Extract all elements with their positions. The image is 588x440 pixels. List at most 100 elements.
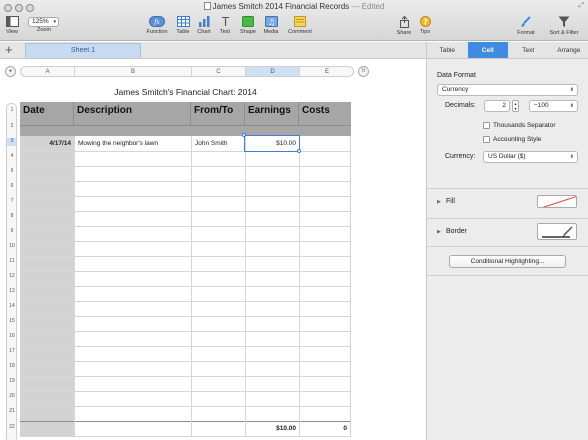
accounting-style-checkbox[interactable]	[483, 136, 490, 143]
tab-arrange[interactable]: Arrange	[549, 42, 588, 58]
column-header-a[interactable]: A	[21, 67, 75, 76]
cell-date[interactable]: 4/17/14	[20, 140, 71, 147]
media-label: Media	[263, 29, 279, 35]
tab-text[interactable]: Text	[508, 42, 549, 58]
row-header[interactable]: 6	[7, 183, 16, 189]
row-header[interactable]: 4	[7, 153, 16, 159]
view-button[interactable]: View	[3, 16, 21, 35]
column-header-c[interactable]: C	[192, 67, 246, 76]
row-header[interactable]: 14	[7, 303, 16, 309]
column-header-b[interactable]: B	[75, 67, 192, 76]
inspector-tabs: Table Cell Text Arrange	[427, 42, 588, 59]
disclosure-triangle-icon[interactable]: ▶	[437, 199, 441, 205]
media-button[interactable]: ♫ Media	[262, 16, 280, 35]
fullscreen-icon[interactable]: ⤢	[578, 2, 584, 10]
paintbrush-icon	[521, 16, 531, 27]
decimals-stepper[interactable]: ▴ ▾	[512, 100, 519, 112]
border-label[interactable]: Border	[446, 228, 467, 235]
data-format-select[interactable]: Currency ⬍	[437, 84, 578, 96]
total-earnings[interactable]: $10.00	[245, 425, 296, 432]
row-header[interactable]: 1	[7, 107, 16, 113]
row-header[interactable]: 19	[7, 378, 16, 384]
thousands-separator-checkbox[interactable]	[483, 122, 490, 129]
comment-button[interactable]: Comment	[286, 16, 314, 35]
zoom-select[interactable]: 125% ▾	[28, 17, 59, 27]
gridline	[299, 136, 300, 436]
gridline	[20, 226, 351, 227]
svg-text:♫: ♫	[267, 18, 274, 27]
tab-table[interactable]: Table	[427, 42, 468, 58]
gridline	[20, 391, 351, 392]
format-button[interactable]: Format	[515, 16, 537, 36]
comment-icon	[294, 16, 306, 27]
row-header[interactable]: 5	[7, 168, 16, 174]
currency-select[interactable]: US Dollar ($) ⬍	[483, 151, 578, 163]
cell-description[interactable]: Mowing the neighbor's lawn	[78, 140, 158, 147]
selection-handle[interactable]	[242, 133, 246, 137]
row-header[interactable]: 18	[7, 363, 16, 369]
row-header[interactable]: 20	[7, 393, 16, 399]
row-header[interactable]: 9	[7, 228, 16, 234]
sheet-tab-sheet-1[interactable]: Sheet 1	[25, 43, 141, 58]
row-header[interactable]: 13	[7, 288, 16, 294]
row-header[interactable]: 2	[7, 123, 16, 129]
table-icon	[176, 16, 190, 27]
negative-number-select[interactable]: −100 ⬍	[529, 100, 578, 112]
fill-label[interactable]: Fill	[446, 198, 455, 205]
no-fill-icon	[542, 196, 576, 207]
table-button[interactable]: Table	[175, 16, 191, 35]
row-header[interactable]: 3	[7, 138, 16, 146]
chevron-updown-icon: ⬍	[569, 154, 574, 160]
row-header[interactable]: 15	[7, 318, 16, 324]
table-select-button[interactable]: ●	[5, 66, 16, 77]
selection-handle[interactable]	[297, 149, 301, 153]
svg-text:?: ?	[423, 18, 427, 27]
pause-icon[interactable]: II	[358, 66, 369, 77]
gridline	[20, 241, 351, 242]
text-button[interactable]: T Text	[218, 16, 232, 35]
shape-button[interactable]: Shape	[238, 16, 258, 35]
add-sheet-button[interactable]: +	[5, 42, 13, 58]
row-header[interactable]: 10	[7, 243, 16, 249]
sort-filter-button[interactable]: Sort & Filter	[544, 16, 584, 36]
row-header[interactable]: 17	[7, 348, 16, 354]
gridline	[20, 166, 351, 167]
border-style-well[interactable]	[537, 223, 577, 240]
gridline	[20, 301, 351, 302]
row-header[interactable]: 7	[7, 198, 16, 204]
gridline	[20, 286, 351, 287]
decimals-field[interactable]: 2	[484, 100, 510, 112]
cell-from-to[interactable]: John Smith	[195, 140, 228, 147]
gridline	[20, 256, 351, 257]
table-title[interactable]: James Smitch's Financial Chart: 2014	[20, 87, 351, 97]
share-button[interactable]: Share	[396, 16, 412, 36]
selected-cell-d3	[244, 135, 300, 152]
row-header[interactable]: 22	[7, 424, 16, 430]
row-header[interactable]: 21	[7, 408, 16, 414]
tab-cell[interactable]: Cell	[467, 42, 508, 58]
total-costs[interactable]: 0	[299, 425, 347, 432]
column-header-e[interactable]: E	[300, 67, 353, 76]
chart-button[interactable]: Chart	[196, 16, 212, 35]
data-format-label: Data Format	[437, 72, 476, 79]
bar-chart-icon	[198, 16, 209, 27]
sheet-canvas[interactable]: ● A B C D E II James Smitch's Financial …	[0, 60, 426, 440]
function-button[interactable]: fx Function	[145, 16, 169, 35]
row-header-bar: 1 2 3 4 5 6 7 8 9 10 11 12 13 14 15 16 1…	[6, 103, 17, 440]
row-header[interactable]: 8	[7, 213, 16, 219]
gridline	[20, 316, 351, 317]
column-header-d[interactable]: D	[246, 67, 300, 76]
chevron-down-icon: ▾	[53, 19, 56, 25]
row-header[interactable]: 16	[7, 333, 16, 339]
row-header[interactable]: 12	[7, 273, 16, 279]
tips-button[interactable]: ? Tips	[418, 16, 432, 35]
header-row-2[interactable]	[20, 125, 351, 136]
gridline	[20, 331, 351, 332]
fill-color-well[interactable]	[537, 195, 577, 208]
gridline	[20, 361, 351, 362]
disclosure-triangle-icon[interactable]: ▶	[437, 229, 441, 235]
help-icon: ?	[419, 16, 431, 27]
sort-filter-label: Sort & Filter	[549, 30, 579, 36]
conditional-highlighting-button[interactable]: Conditional Highlighting...	[449, 255, 566, 268]
row-header[interactable]: 11	[7, 258, 16, 264]
